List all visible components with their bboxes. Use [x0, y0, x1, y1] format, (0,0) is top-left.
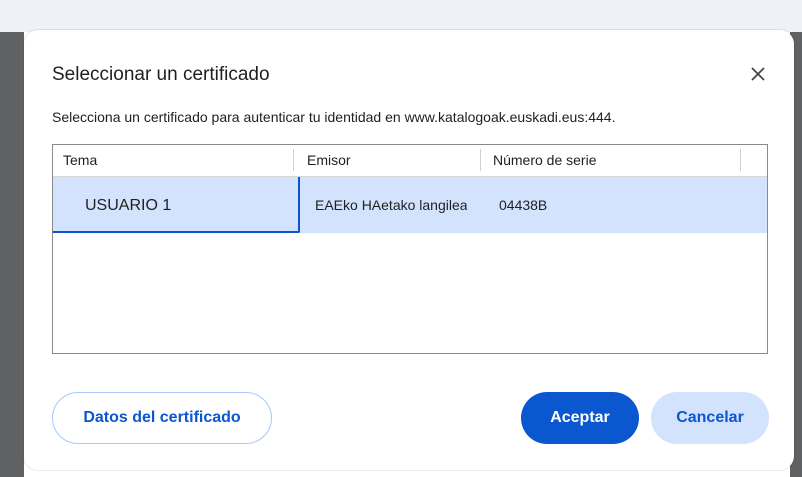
column-header-tema[interactable]: Tema — [63, 152, 97, 168]
backdrop-left — [0, 32, 24, 477]
column-divider[interactable] — [740, 149, 741, 171]
close-icon — [751, 67, 765, 81]
cancel-button[interactable]: Cancelar — [651, 392, 769, 444]
certificate-details-button[interactable]: Datos del certificado — [52, 392, 272, 444]
browser-top-strip — [0, 0, 802, 32]
certificate-dialog: Seleccionar un certificado Selecciona un… — [24, 30, 794, 470]
close-button[interactable] — [746, 62, 770, 86]
cell-serie: 04438B — [499, 197, 548, 213]
column-divider[interactable] — [480, 149, 481, 171]
column-header-emisor[interactable]: Emisor — [307, 152, 351, 168]
column-divider[interactable] — [293, 149, 294, 171]
certificate-table: Tema Emisor Número de serie USUARIO 1 EA… — [52, 144, 768, 354]
cell-emisor: EAEko HAetako langileak — [315, 197, 467, 213]
dialog-title: Seleccionar un certificado — [52, 64, 270, 85]
table-header: Tema Emisor Número de serie — [53, 145, 767, 177]
accept-button[interactable]: Aceptar — [521, 392, 639, 444]
column-header-serie[interactable]: Número de serie — [493, 152, 597, 168]
table-row[interactable]: USUARIO 1 EAEko HAetako langileak 04438B — [53, 177, 767, 233]
dialog-description: Selecciona un certificado para autentica… — [52, 109, 616, 125]
cell-tema: USUARIO 1 — [85, 197, 172, 214]
